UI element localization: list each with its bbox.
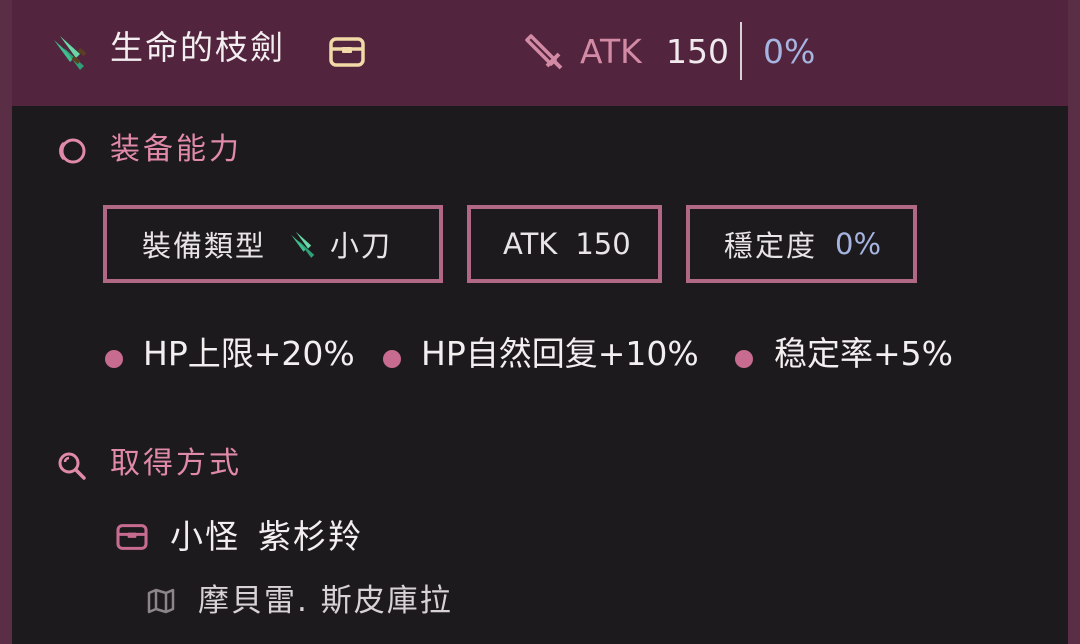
map-icon: [147, 588, 175, 614]
equip-type-box: 裝備類型 小刀: [103, 205, 443, 283]
equip-section-title: 装备能力: [110, 132, 242, 167]
search-icon: [58, 452, 86, 480]
header-stability-value: 0%: [763, 32, 816, 71]
bonus-bullet: [735, 350, 753, 368]
item-title: 生命的枝劍: [110, 28, 285, 67]
equip-stability-box: 穩定度 0%: [686, 205, 917, 283]
drop-type: 小怪: [170, 517, 240, 556]
bonus-bullet: [105, 350, 123, 368]
equip-atk-label: ATK: [503, 227, 558, 261]
header-atk-label: ATK: [580, 32, 642, 71]
bonus-stability: 稳定率+5%: [774, 334, 954, 373]
bonus-bullet: [383, 350, 401, 368]
bonus-hp-max: HP上限+20%: [143, 334, 355, 373]
header-atk-value: 150: [666, 32, 729, 71]
obtain-section-title: 取得方式: [110, 446, 242, 481]
equip-stability-label: 穩定度: [724, 229, 818, 263]
chest-icon[interactable]: [115, 523, 149, 551]
location-name[interactable]: 摩貝雷. 斯皮庫拉: [198, 580, 453, 622]
equip-stability-value: 0%: [835, 227, 882, 261]
equip-type-label: 裝備類型: [142, 229, 267, 263]
equip-atk-value: 150: [575, 227, 631, 261]
sword-icon: [525, 34, 563, 70]
monster-name[interactable]: 紫杉羚: [258, 515, 363, 559]
equip-atk-box: ATK 150: [467, 205, 662, 283]
green-blade-icon: [291, 231, 315, 258]
ring-icon: [59, 138, 86, 164]
bonus-hp-regen: HP自然回复+10%: [421, 334, 699, 373]
chest-icon[interactable]: [328, 36, 366, 68]
green-blade-icon: [54, 36, 87, 70]
equip-type-value: 小刀: [330, 229, 393, 263]
header-divider: [740, 22, 742, 80]
